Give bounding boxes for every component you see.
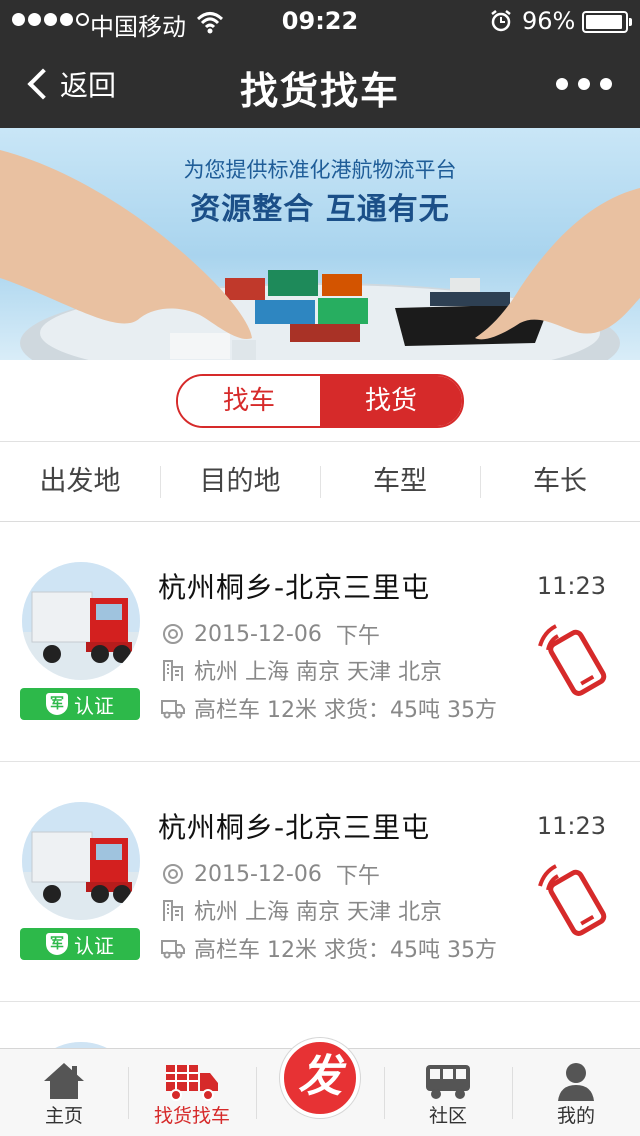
alarm-icon — [491, 10, 511, 32]
tab-find-label: 找货找车 — [153, 1105, 230, 1127]
truck-info-text: 高栏车 12米 求货：45吨 35方 — [194, 698, 497, 723]
tab-home-label: 主页 — [44, 1105, 83, 1127]
delivery-truck-icon — [166, 1065, 218, 1101]
call-phone-icon[interactable] — [530, 858, 612, 940]
user-icon — [558, 1063, 594, 1101]
post-time: 11:23 — [536, 812, 606, 840]
route-title: 杭州桐乡-北京三里屯 — [158, 571, 431, 604]
promo-banner[interactable]: 为您提供标准化港航物流平台 资源整合 互通有无 — [0, 128, 640, 360]
verified-label: 认证 — [74, 693, 114, 718]
date-text: 2015-12-06 — [194, 861, 322, 887]
post-time: 11:23 — [536, 572, 606, 600]
verified-badge: 军 认证 — [20, 688, 140, 720]
more-button[interactable] — [556, 78, 612, 90]
period-text: 下午 — [335, 624, 380, 649]
date-row: 2015-12-06 下午 — [160, 618, 380, 650]
tab-mine-label: 我的 — [556, 1105, 595, 1127]
list-item[interactable]: 军 认证 杭州桐乡-北京三里屯 11:23 2015-12-06 下午 杭州 上… — [0, 762, 640, 1002]
page-title: 找货找车 — [239, 69, 400, 113]
date-row: 2015-12-06 下午 — [160, 858, 380, 890]
date-text: 2015-12-06 — [194, 621, 322, 647]
building-icon — [163, 660, 183, 681]
cities-text: 杭州 上海 南京 天津 北京 — [194, 660, 442, 685]
tab-community-label: 社区 — [428, 1105, 467, 1127]
status-bar: 中国移动 09:22 96% — [0, 0, 640, 44]
segmented-control: 找车 找货 — [176, 374, 464, 428]
verified-label: 认证 — [74, 933, 114, 958]
period-text: 下午 — [335, 864, 380, 889]
shield-icon: 军 — [46, 933, 68, 955]
clock-icon — [163, 624, 183, 644]
truck-avatar — [22, 802, 140, 920]
verified-badge: 军 认证 — [20, 928, 140, 960]
shield-icon: 军 — [46, 693, 68, 715]
truck-avatar — [22, 562, 140, 680]
building-icon — [163, 900, 183, 921]
segment-area: 找车 找货 — [0, 360, 640, 442]
list-item[interactable]: 军 认证 杭州桐乡-北京三里屯 11:23 2015-12-06 下午 杭州 上… — [0, 522, 640, 762]
route-title: 杭州桐乡-北京三里屯 — [158, 811, 431, 844]
filter-bar: 出发地 目的地 车型 车长 — [0, 442, 640, 522]
tab-mine[interactable]: 我的 — [512, 1049, 640, 1136]
filter-vehicle-type[interactable]: 车型 — [320, 442, 480, 521]
banner-slogan: 资源整合 互通有无 — [190, 192, 450, 227]
cities-row: 杭州 上海 南京 天津 北京 — [160, 894, 442, 926]
top-bar: 中国移动 09:22 96% 返回 找货找车 — [0, 0, 640, 128]
tab-community[interactable]: 社区 — [384, 1049, 512, 1136]
battery-percent: 96% — [522, 7, 576, 35]
home-icon — [44, 1063, 84, 1099]
publish-button[interactable]: 发 — [280, 1038, 360, 1118]
truck-info-row: 高栏车 12米 求货：45吨 35方 — [160, 932, 497, 964]
call-phone-icon[interactable] — [530, 618, 612, 700]
truck-icon — [161, 700, 185, 719]
tab-find-vehicle[interactable]: 找车 — [178, 376, 320, 426]
clock-icon — [163, 864, 183, 884]
truck-info-text: 高栏车 12米 求货：45吨 35方 — [194, 938, 497, 963]
truck-icon — [161, 940, 185, 959]
nav-bar: 返回 找货找车 — [0, 44, 640, 128]
tab-find[interactable]: 找货找车 — [128, 1049, 256, 1136]
truck-info-row: 高栏车 12米 求货：45吨 35方 — [160, 692, 497, 724]
tab-home[interactable]: 主页 — [0, 1049, 128, 1136]
filter-destination[interactable]: 目的地 — [160, 442, 320, 521]
banner-tagline: 为您提供标准化港航物流平台 — [183, 158, 457, 182]
filter-origin[interactable]: 出发地 — [0, 442, 160, 521]
cities-row: 杭州 上海 南京 天津 北京 — [160, 654, 442, 686]
filter-vehicle-length[interactable]: 车长 — [480, 442, 640, 521]
cities-text: 杭州 上海 南京 天津 北京 — [194, 900, 442, 925]
battery-icon — [582, 11, 632, 33]
vehicles-icon — [426, 1065, 470, 1099]
tab-find-goods[interactable]: 找货 — [320, 376, 462, 426]
